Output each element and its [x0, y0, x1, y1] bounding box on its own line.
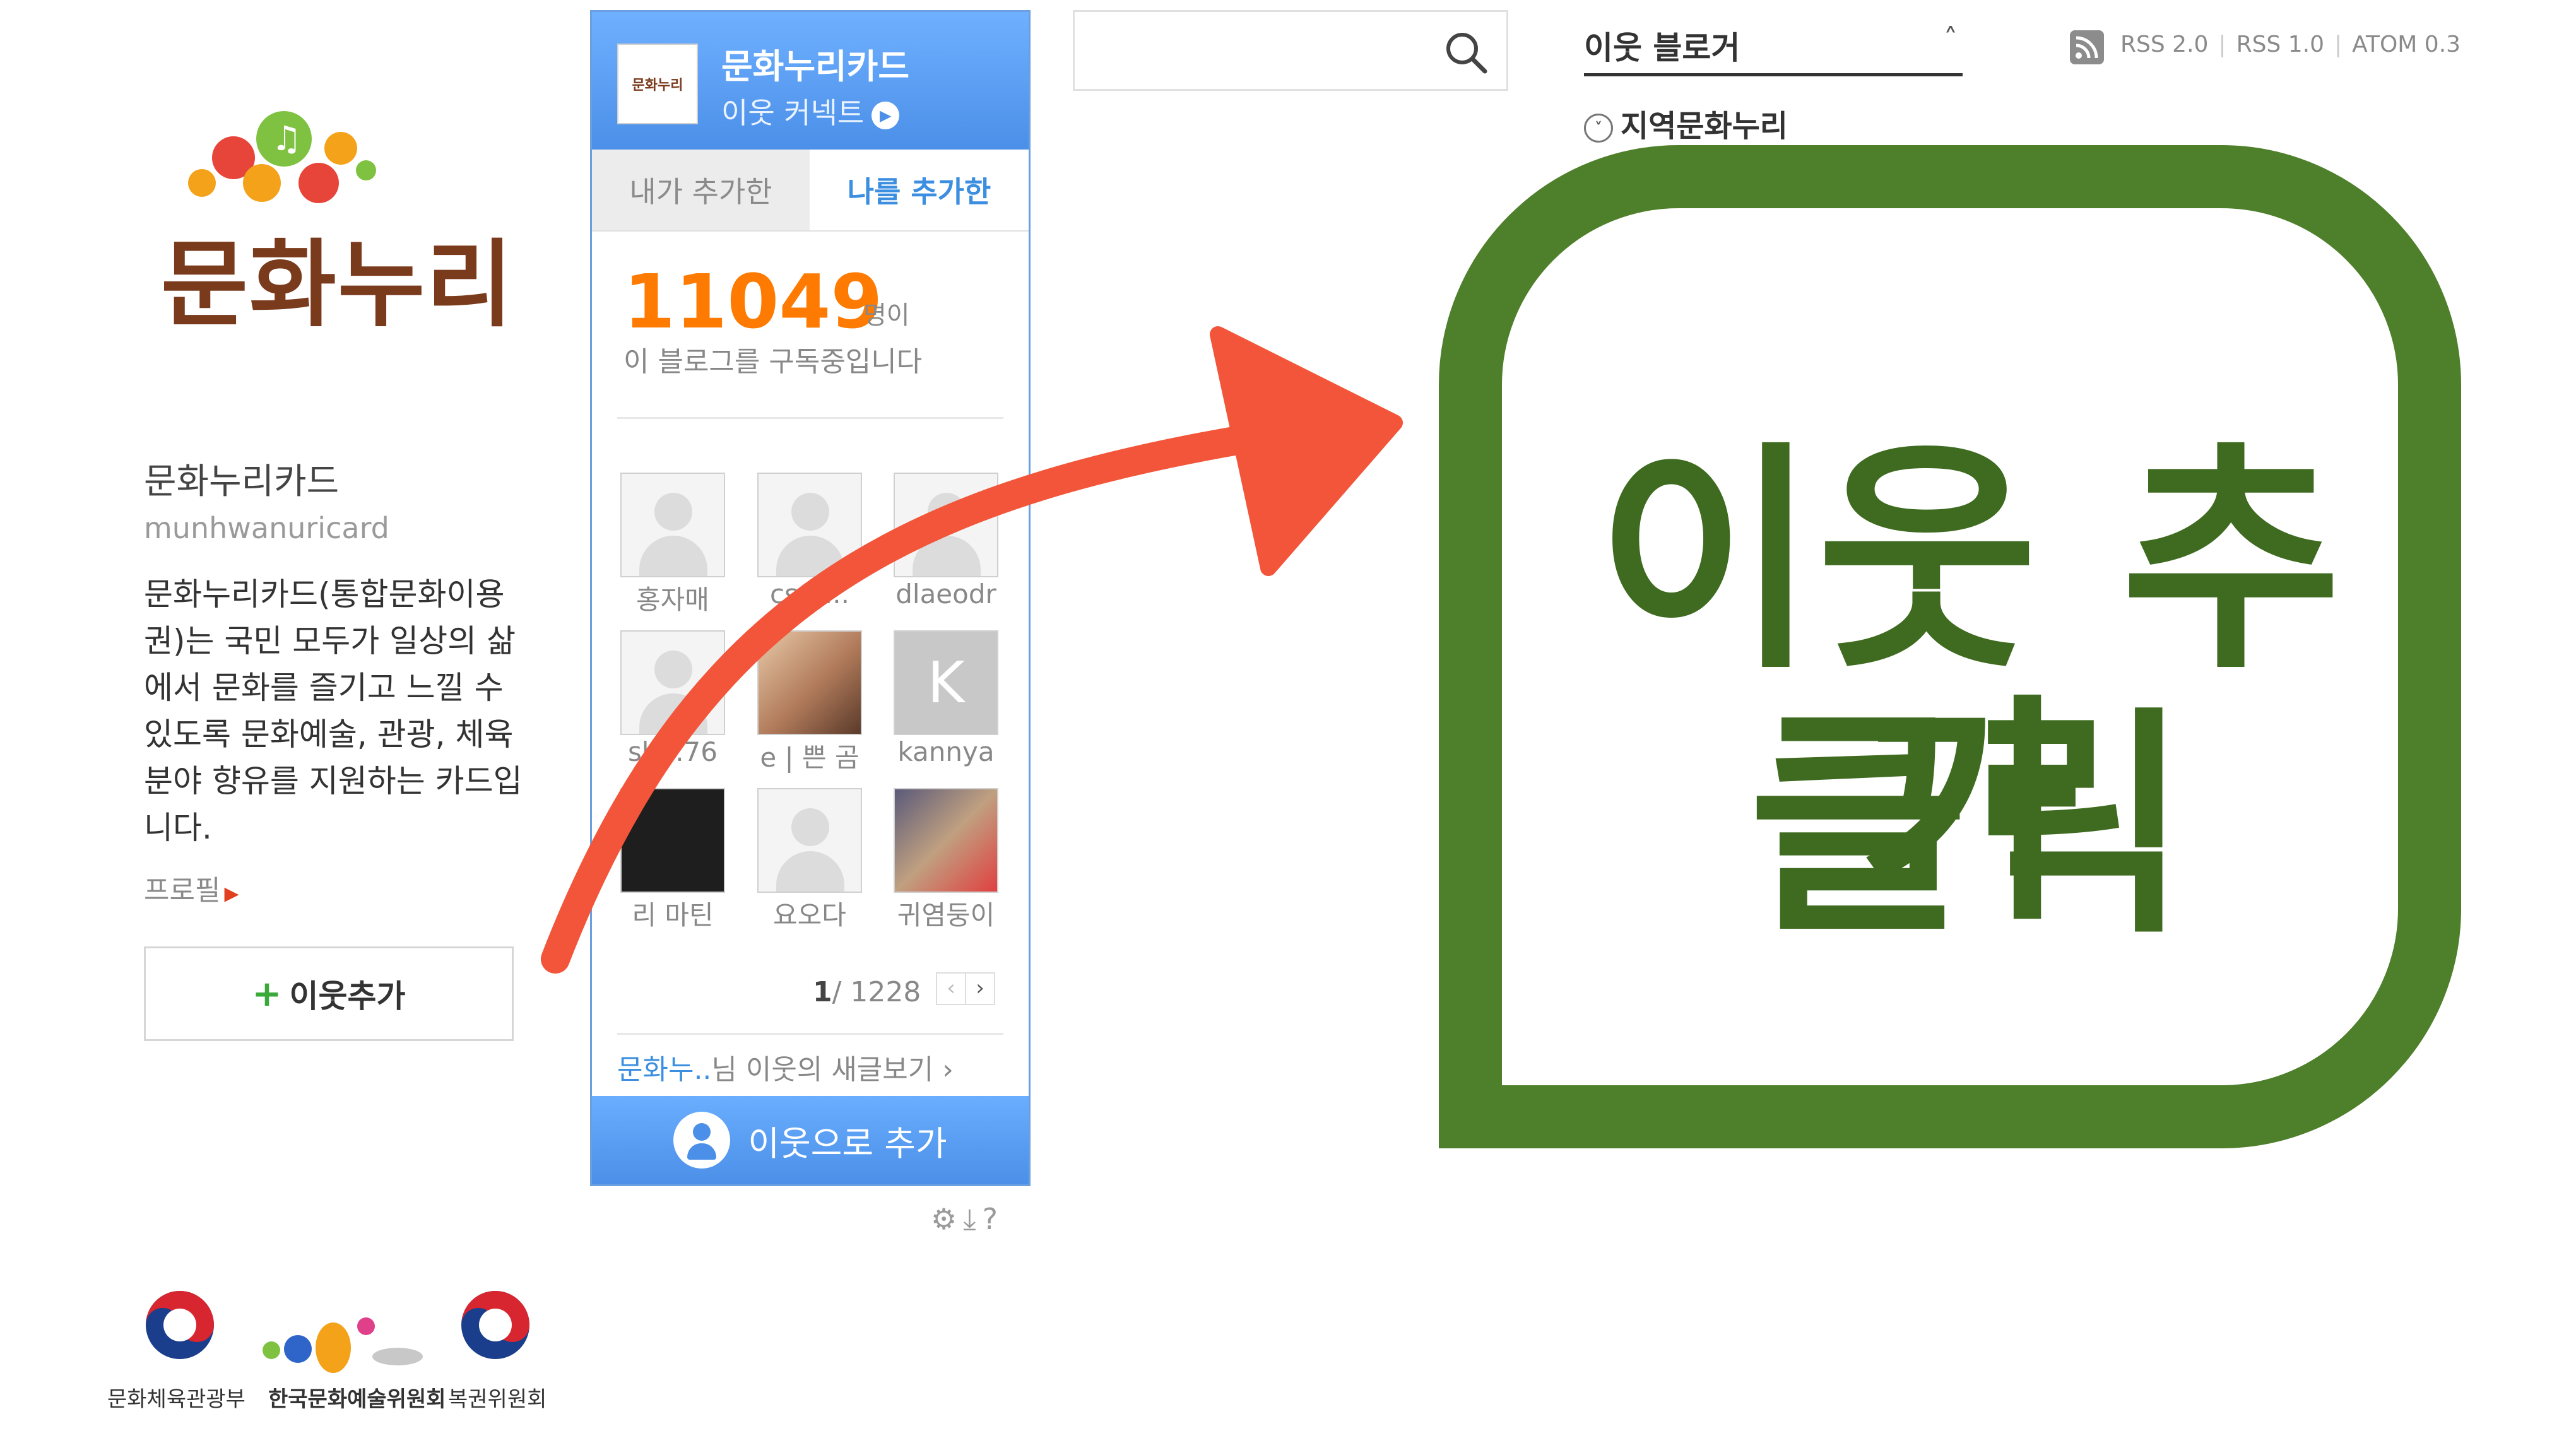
caret-right-icon: ▶ [224, 883, 239, 905]
divider [617, 417, 1003, 419]
neighbor-new-posts-link[interactable]: 문화누..님 이웃의 새글보기 › [617, 1047, 954, 1087]
chevron-down-icon: ˅ [1584, 114, 1613, 143]
search-box [1073, 10, 1508, 91]
divider [1584, 73, 1963, 76]
taegeuk-logo [146, 1291, 214, 1359]
pager-current: 1 [813, 976, 832, 1008]
add-neighbor-button[interactable]: + 이웃추가 [144, 946, 514, 1041]
neighbor-name[interactable]: e | 쁜 곰 [756, 736, 863, 775]
user-icon [673, 1112, 731, 1169]
help-icon[interactable]: ? [983, 1202, 1004, 1236]
plus-icon: + [252, 973, 282, 1015]
neighbor-avatar[interactable] [620, 473, 725, 577]
neighbor-letter-avatar[interactable]: K [894, 630, 998, 735]
rss-icon[interactable] [2070, 30, 2104, 64]
gear-icon[interactable]: ⚙ [931, 1202, 963, 1236]
neighbor-avatar[interactable] [757, 788, 862, 893]
neighbor-connect-widget: 문화누리 문화누리카드 이웃 커넥트 ▶ 내가 추가한 나를 추가한 11049 … [590, 10, 1031, 1186]
neighbor-avatar[interactable] [757, 473, 862, 577]
arts-council-logo [263, 1317, 423, 1373]
feed-link-rss1[interactable]: RSS 1.0 [2236, 32, 2324, 57]
neighbor-name[interactable]: 귀염둥이 [892, 894, 1000, 933]
widget-blog-thumbnail[interactable]: 문화누리 [617, 44, 698, 124]
svg-text:♫: ♫ [271, 119, 302, 158]
pager-total: / 1228 [832, 976, 921, 1008]
feed-link-rss2[interactable]: RSS 2.0 [2120, 32, 2208, 57]
neighbor-photo-avatar[interactable] [620, 788, 725, 893]
pager-next-button[interactable]: › [965, 972, 995, 1005]
footer-logos: 문화체육관광부 한국문화예술위원회 복권위원회 [107, 1287, 549, 1413]
footer-label-ministry: 문화체육관광부 [107, 1387, 245, 1412]
widget-tabs: 내가 추가한 나를 추가한 [592, 150, 1029, 232]
neighbor-photo-avatar[interactable] [757, 630, 862, 735]
tab-added-me[interactable]: 나를 추가한 [810, 150, 1029, 230]
widget-subtitle[interactable]: 이웃 커넥트 ▶ [721, 90, 900, 132]
search-input[interactable] [1087, 25, 1443, 79]
subscriber-count: 11049 [623, 258, 883, 345]
widget-thumb-text: 문화누리 [632, 78, 683, 93]
add-as-neighbor-label: 이웃으로 추가 [748, 1123, 947, 1163]
footer-label-arts-council: 한국문화예술위원회 [268, 1387, 446, 1412]
neighbor-photo-avatar[interactable] [894, 788, 998, 893]
pager-status: 1/ 1228 [813, 976, 921, 1008]
widget-tools: ⚙⤓? [931, 1202, 1004, 1237]
widget-subtitle-text: 이웃 커넥트 [721, 96, 865, 130]
callout-subheading: 클릭 [1748, 686, 2190, 966]
add-as-neighbor-button[interactable]: 이웃으로 추가 [592, 1096, 1029, 1184]
neighbor-name[interactable]: 리 마틴 [619, 894, 726, 933]
widget-title[interactable]: 문화누리카드 [721, 38, 909, 88]
chevron-up-icon[interactable]: ˄ [1944, 23, 1958, 55]
footer-label-lottery: 복권위원회 [448, 1387, 547, 1412]
neighbor-avatar[interactable] [620, 630, 725, 735]
feed-links: RSS 2.0 | RSS 1.0 | ATOM 0.3 [2120, 32, 2461, 57]
avatar-letter: K [927, 649, 965, 716]
neighbor-name[interactable]: 홍자매 [619, 579, 726, 617]
neighbor-blogger-item-label: 지역문화누리 [1621, 109, 1788, 144]
neighbor-avatar[interactable] [894, 473, 998, 577]
add-neighbor-label: 이웃추가 [289, 978, 406, 1015]
taegeuk-logo [461, 1291, 529, 1359]
profile-link[interactable]: 프로필 ▶ [144, 868, 239, 908]
new-posts-blog-name: 문화누.. [617, 1054, 712, 1086]
divider [617, 1033, 1003, 1035]
new-posts-text: 님 이웃의 새글보기 [711, 1054, 934, 1086]
download-icon[interactable]: ⤓ [963, 1202, 982, 1236]
feed-link-atom[interactable]: ATOM 0.3 [2352, 32, 2461, 57]
neighbor-name[interactable]: sh...76 [619, 736, 726, 767]
widget-header: 문화누리 문화누리카드 이웃 커넥트 ▶ [592, 12, 1029, 150]
profile-blog-id: munhwanuricard [144, 511, 389, 545]
neighbor-name[interactable]: dlaeodr [892, 579, 1000, 610]
logo-wordmark: 문화누리 [161, 230, 515, 340]
subscriber-unit: 명이 [863, 301, 910, 330]
profile-link-label[interactable]: 프로필 [144, 874, 220, 907]
pager-prev-button[interactable]: ‹ [936, 972, 966, 1005]
search-icon[interactable] [1439, 26, 1492, 79]
tab-added-by-me[interactable]: 내가 추가한 [592, 150, 810, 230]
subscriber-text: 이 블로그를 구독중입니다 [623, 346, 923, 378]
profile-name: 문화누리카드 [144, 461, 340, 502]
neighbor-blogger-dropdown[interactable]: 이웃 블로거 [1584, 23, 1740, 68]
neighbor-name[interactable]: csm... [756, 579, 863, 610]
neighbor-name[interactable]: kannya [892, 736, 1000, 767]
neighbor-name[interactable]: 요오다 [756, 894, 863, 933]
profile-description: 문화누리카드(통합문화이용권)는 국민 모두가 일상의 삶에서 문화를 즐기고 … [144, 576, 523, 846]
play-icon: ▶ [871, 101, 900, 129]
neighbor-blogger-item[interactable]: ˅ 지역문화누리 [1584, 101, 1788, 145]
